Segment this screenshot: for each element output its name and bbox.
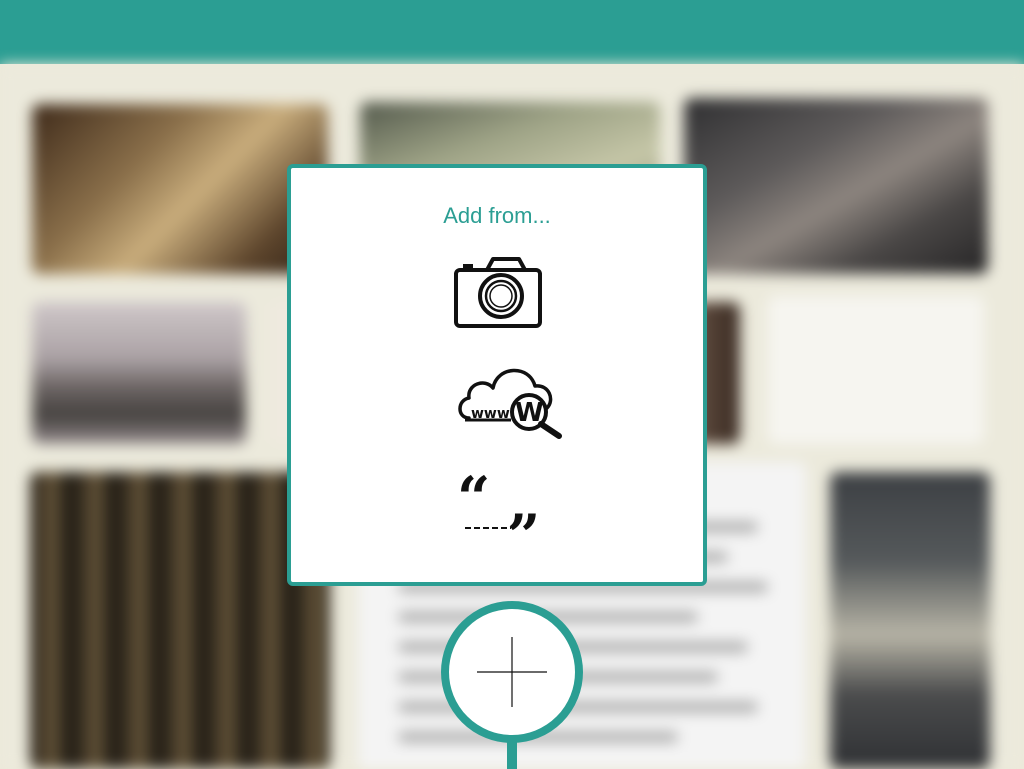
dialog-title: Add from... <box>443 203 551 228</box>
add-from-camera-button[interactable] <box>453 254 545 330</box>
add-button[interactable] <box>441 601 583 743</box>
add-from-quote-button[interactable]: “ ” <box>457 470 557 540</box>
photo-tile <box>30 472 330 769</box>
camera-icon <box>454 257 542 328</box>
web-search-icon: www W <box>458 368 562 439</box>
note-tile <box>768 296 984 444</box>
add-from-dialog: Add from... www W “ ” <box>287 164 707 586</box>
svg-text:“: “ <box>457 470 490 532</box>
quote-icon: “ ” <box>457 470 540 540</box>
photo-tile <box>32 104 328 274</box>
svg-text:www: www <box>471 406 510 422</box>
photo-tile <box>684 98 988 274</box>
plus-icon <box>477 637 547 707</box>
svg-text:”: ” <box>507 502 540 540</box>
photo-tile <box>32 302 246 444</box>
add-from-web-button[interactable]: www W <box>455 360 573 440</box>
photo-tile <box>830 472 990 769</box>
top-bar <box>0 0 1024 64</box>
